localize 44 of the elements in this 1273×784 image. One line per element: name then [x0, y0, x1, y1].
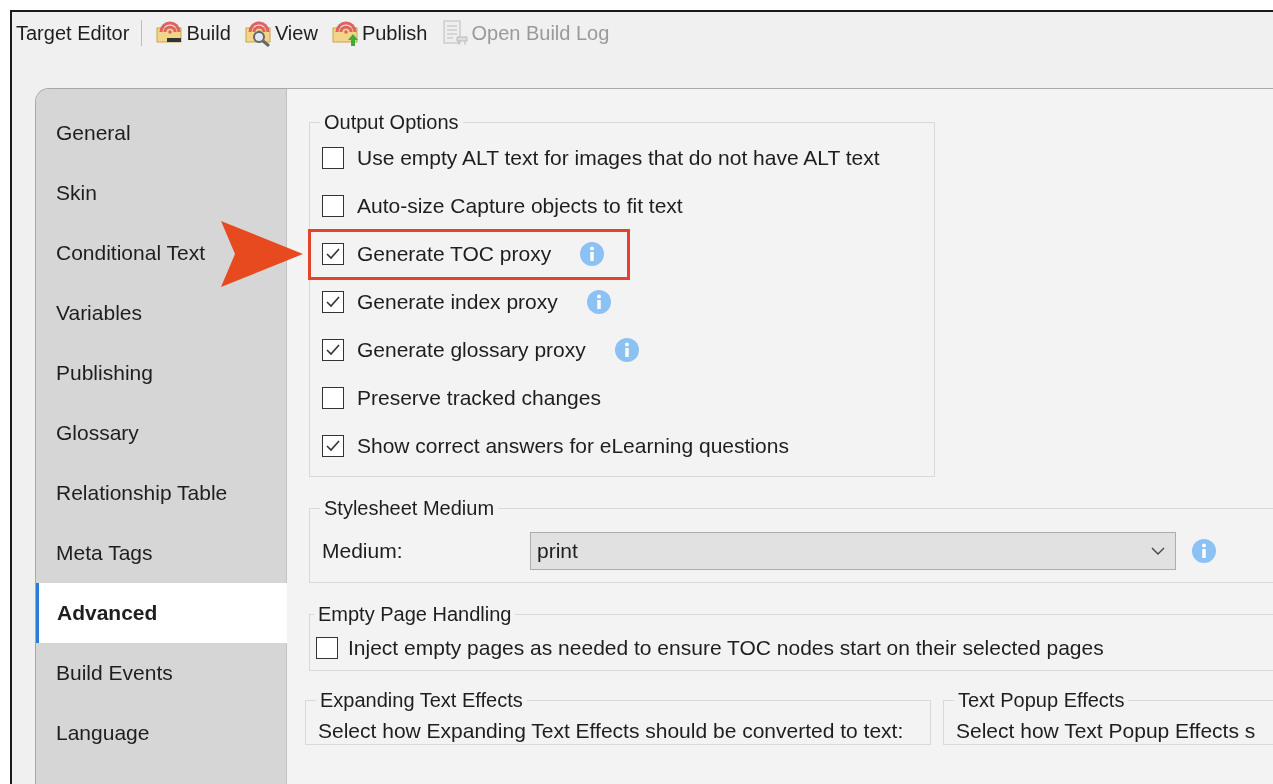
settings-tab[interactable]: Variables — [36, 283, 286, 343]
settings-tab[interactable]: Build Events — [36, 643, 286, 703]
option-label: Generate TOC proxy — [357, 242, 552, 266]
settings-tab[interactable]: Skin — [36, 163, 286, 223]
group-title: Expanding Text Effects — [319, 689, 524, 712]
settings-tab[interactable]: Glossary — [36, 403, 286, 463]
field-label: Medium: — [322, 539, 404, 563]
settings-tab[interactable]: Conditional Text — [36, 223, 286, 283]
settings-tab[interactable]: Language — [36, 703, 286, 763]
checkbox[interactable] — [322, 243, 344, 265]
group-title: Text Popup Effects — [957, 689, 1126, 712]
option-label: Auto-size Capture objects to fit text — [357, 194, 683, 218]
chevron-down-icon — [1151, 547, 1165, 555]
target-magnifier-icon — [244, 19, 273, 47]
group-description: Select how Text Popup Effects s — [956, 718, 1257, 744]
checkbox[interactable] — [322, 147, 344, 169]
target-icon — [331, 19, 360, 47]
checkbox[interactable] — [322, 435, 344, 457]
build-button[interactable]: Build — [154, 19, 237, 47]
checkbox[interactable] — [316, 637, 338, 659]
option-label: Show correct answers for eLearning questions — [357, 434, 789, 458]
editor-title: Target Editor — [16, 21, 130, 45]
group-title: Output Options — [323, 111, 460, 134]
group-title: Stylesheet Medium — [323, 497, 496, 520]
medium-dropdown[interactable]: print — [530, 532, 1176, 570]
group-description: Select how Expanding Text Effects should be converted to text: — [318, 718, 905, 744]
publish-button[interactable]: Publish — [329, 19, 434, 47]
option-label: Generate glossary proxy — [357, 338, 586, 362]
option-label: Use empty ALT text for images that do not have ALT text — [357, 146, 880, 170]
option-label: Preserve tracked changes — [357, 386, 601, 410]
option-label: Generate index proxy — [357, 290, 558, 314]
settings-tab[interactable]: Publishing — [36, 343, 286, 403]
checkbox[interactable] — [322, 339, 344, 361]
checkbox[interactable] — [322, 387, 344, 409]
settings-tab[interactable]: Advanced — [36, 583, 287, 643]
settings-tab[interactable]: General — [36, 103, 286, 163]
settings-tab[interactable]: Relationship Table — [36, 463, 286, 523]
option-label: Inject empty pages as needed to ensure TOC nodes start on their selected pages — [348, 636, 1104, 660]
settings-tab[interactable]: Meta Tags — [36, 523, 286, 583]
checkbox[interactable] — [322, 291, 344, 313]
group-title: Empty Page Handling — [317, 603, 513, 626]
checkbox[interactable] — [322, 195, 344, 217]
document-icon — [441, 19, 470, 47]
view-button[interactable]: View — [242, 19, 324, 47]
